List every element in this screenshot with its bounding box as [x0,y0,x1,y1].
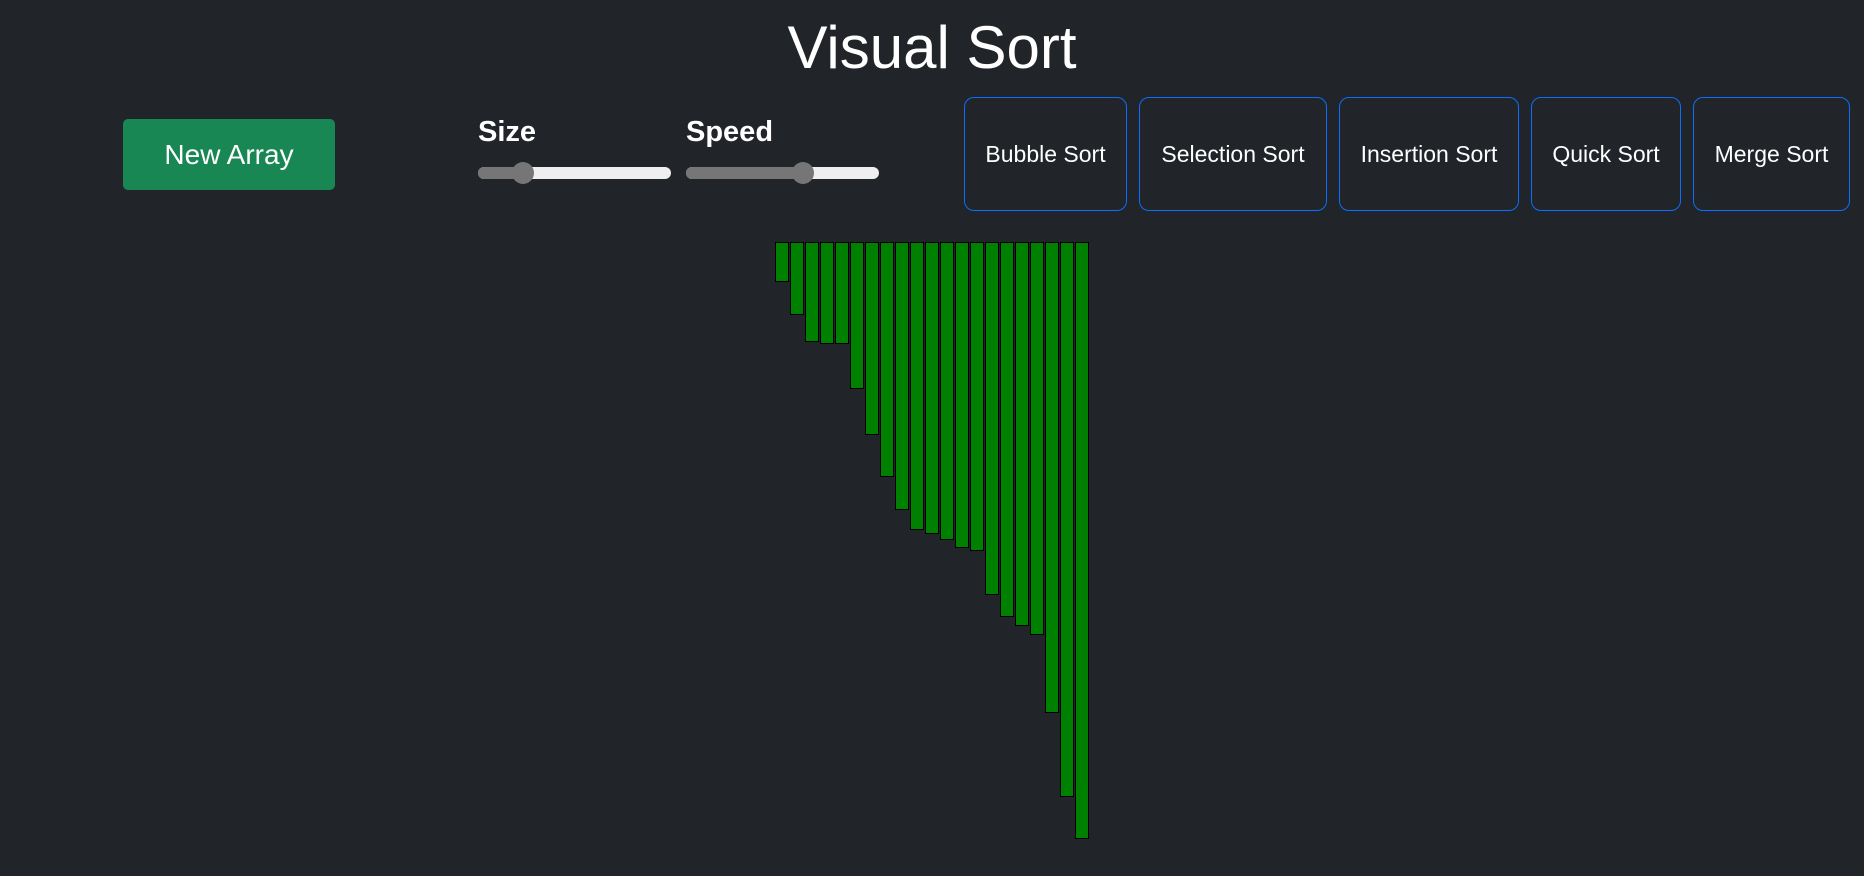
array-bar [910,242,924,530]
page-title: Visual Sort [787,14,1077,81]
insertion-sort-button[interactable]: Insertion Sort [1339,97,1519,211]
array-bar [1030,242,1044,635]
quick-sort-button[interactable]: Quick Sort [1531,97,1681,211]
size-slider-track [478,167,671,179]
array-bar [1045,242,1059,713]
array-bar [1060,242,1074,797]
speed-slider-thumb[interactable] [792,162,815,184]
selection-sort-button[interactable]: Selection Sort [1139,97,1327,211]
array-bar [1000,242,1014,617]
array-bar [775,242,789,282]
array-bar [820,242,834,344]
array-bar [790,242,804,315]
array-bar [1015,242,1029,626]
array-bar [805,242,819,342]
merge-sort-button[interactable]: Merge Sort [1693,97,1850,211]
speed-slider-fill [686,167,804,179]
speed-slider[interactable] [686,157,879,189]
bubble-sort-button[interactable]: Bubble Sort [964,97,1127,211]
size-label: Size [478,116,537,148]
array-bar [970,242,984,551]
array-bar [955,242,969,548]
array-bar [925,242,939,534]
array-bar [850,242,864,389]
speed-slider-track [686,167,879,179]
size-slider-thumb[interactable] [512,162,535,184]
speed-label: Speed [686,116,774,148]
array-bar [835,242,849,344]
array-bar [1075,242,1089,839]
array-bar [940,242,954,540]
array-bar [880,242,894,477]
size-slider[interactable] [478,157,671,189]
array-bar [865,242,879,435]
visual-sort-app: Visual Sort New Array Size Speed Bubble … [0,0,1864,876]
array-bar [985,242,999,595]
array-bar [895,242,909,510]
new-array-button[interactable]: New Array [123,119,335,190]
